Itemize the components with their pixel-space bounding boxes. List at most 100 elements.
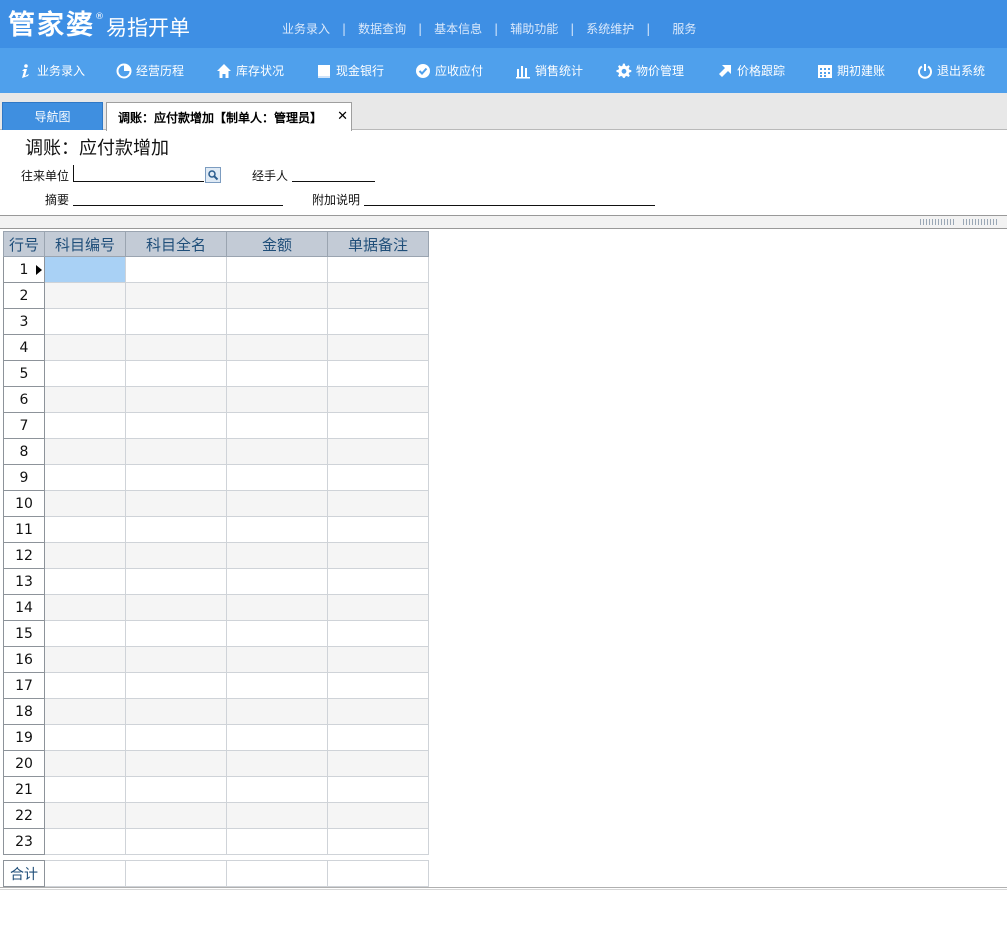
- cell-account-name[interactable]: [125, 438, 227, 465]
- cell-account-name[interactable]: [125, 724, 227, 751]
- table-row[interactable]: 23: [3, 828, 429, 855]
- table-row[interactable]: 18: [3, 698, 429, 725]
- cell-account-name[interactable]: [125, 698, 227, 725]
- cell-account-code[interactable]: [44, 620, 126, 647]
- cell-account-name[interactable]: [125, 594, 227, 621]
- cell-account-code[interactable]: [44, 672, 126, 699]
- table-row[interactable]: 22: [3, 802, 429, 829]
- cell-account-code[interactable]: [44, 490, 126, 517]
- row-number-cell[interactable]: 7: [3, 412, 45, 439]
- row-number-cell[interactable]: 11: [3, 516, 45, 543]
- row-number-cell[interactable]: 5: [3, 360, 45, 387]
- toolbar-exit-system[interactable]: 退出系统: [917, 48, 985, 93]
- cell-amount[interactable]: [226, 308, 328, 335]
- toolbar-receivables-payables[interactable]: 应收应付: [415, 48, 483, 93]
- cell-amount[interactable]: [226, 568, 328, 595]
- cell-account-name[interactable]: [125, 568, 227, 595]
- row-number-cell[interactable]: 21: [3, 776, 45, 803]
- summary-field[interactable]: [73, 189, 283, 205]
- row-number-cell[interactable]: 12: [3, 542, 45, 569]
- topnav-basic-info[interactable]: 基本信息: [422, 20, 494, 37]
- topnav-data-query[interactable]: 数据查询: [346, 20, 418, 37]
- table-row[interactable]: 2: [3, 282, 429, 309]
- cell-amount[interactable]: [226, 464, 328, 491]
- cell-account-name[interactable]: [125, 516, 227, 543]
- cell-account-code[interactable]: [44, 360, 126, 387]
- cell-remark[interactable]: [327, 282, 429, 309]
- cell-amount[interactable]: [226, 438, 328, 465]
- toolbar-sales-statistics[interactable]: 销售统计: [515, 48, 583, 93]
- col-header-remark[interactable]: 单据备注: [327, 231, 429, 257]
- cell-amount[interactable]: [226, 776, 328, 803]
- cell-remark[interactable]: [327, 256, 429, 283]
- cell-amount[interactable]: [226, 698, 328, 725]
- cell-account-name[interactable]: [125, 776, 227, 803]
- cell-account-name[interactable]: [125, 620, 227, 647]
- cell-remark[interactable]: [327, 620, 429, 647]
- topnav-aux-functions[interactable]: 辅助功能: [498, 20, 570, 37]
- cell-amount[interactable]: [226, 594, 328, 621]
- cell-account-code[interactable]: [44, 438, 126, 465]
- toolbar-price-tracking[interactable]: 价格跟踪: [717, 48, 785, 93]
- row-number-cell[interactable]: 23: [3, 828, 45, 855]
- cell-remark[interactable]: [327, 568, 429, 595]
- cell-remark[interactable]: [327, 724, 429, 751]
- cell-amount[interactable]: [226, 282, 328, 309]
- toolbar-price-management[interactable]: 物价管理: [616, 48, 684, 93]
- cell-remark[interactable]: [327, 308, 429, 335]
- note-field[interactable]: [364, 189, 655, 205]
- splitter-grip[interactable]: [920, 219, 956, 225]
- row-number-cell[interactable]: 20: [3, 750, 45, 777]
- cell-remark[interactable]: [327, 750, 429, 777]
- cell-remark[interactable]: [327, 828, 429, 855]
- row-number-cell[interactable]: 15: [3, 620, 45, 647]
- row-number-cell[interactable]: 10: [3, 490, 45, 517]
- cell-account-code[interactable]: [44, 568, 126, 595]
- cell-account-name[interactable]: [125, 282, 227, 309]
- row-number-cell[interactable]: 3: [3, 308, 45, 335]
- cell-account-name[interactable]: [125, 490, 227, 517]
- cell-amount[interactable]: [226, 490, 328, 517]
- table-row[interactable]: 9: [3, 464, 429, 491]
- cell-account-code[interactable]: [44, 542, 126, 569]
- row-number-cell[interactable]: 4: [3, 334, 45, 361]
- panel-splitter[interactable]: [0, 216, 1007, 228]
- unit-lookup-button[interactable]: [205, 167, 221, 183]
- cell-account-code[interactable]: [44, 776, 126, 803]
- cell-remark[interactable]: [327, 412, 429, 439]
- cell-amount[interactable]: [226, 620, 328, 647]
- col-header-account-name[interactable]: 科目全名: [125, 231, 227, 257]
- row-number-cell[interactable]: 19: [3, 724, 45, 751]
- cell-account-code[interactable]: [44, 282, 126, 309]
- cell-account-code[interactable]: [44, 386, 126, 413]
- toolbar-inventory-status[interactable]: 库存状况: [216, 48, 284, 93]
- row-number-cell[interactable]: 16: [3, 646, 45, 673]
- cell-account-code[interactable]: [44, 724, 126, 751]
- table-row[interactable]: 13: [3, 568, 429, 595]
- cell-account-name[interactable]: [125, 360, 227, 387]
- cell-amount[interactable]: [226, 724, 328, 751]
- cell-account-name[interactable]: [125, 646, 227, 673]
- row-number-cell[interactable]: 18: [3, 698, 45, 725]
- table-row[interactable]: 6: [3, 386, 429, 413]
- topnav-service[interactable]: 服务: [650, 20, 708, 37]
- cell-account-code[interactable]: [44, 594, 126, 621]
- cell-amount[interactable]: [226, 412, 328, 439]
- col-header-row-no[interactable]: 行号: [3, 231, 45, 257]
- table-row[interactable]: 3: [3, 308, 429, 335]
- cell-amount[interactable]: [226, 386, 328, 413]
- cell-remark[interactable]: [327, 360, 429, 387]
- cell-remark[interactable]: [327, 594, 429, 621]
- cell-remark[interactable]: [327, 438, 429, 465]
- table-row[interactable]: 21: [3, 776, 429, 803]
- handler-field[interactable]: [292, 165, 375, 181]
- table-row[interactable]: 19: [3, 724, 429, 751]
- table-row[interactable]: 5: [3, 360, 429, 387]
- cell-account-code[interactable]: [44, 256, 126, 283]
- cell-remark[interactable]: [327, 646, 429, 673]
- cell-amount[interactable]: [226, 542, 328, 569]
- cell-amount[interactable]: [226, 750, 328, 777]
- unit-field[interactable]: [73, 165, 203, 181]
- row-number-cell[interactable]: 2: [3, 282, 45, 309]
- row-number-cell[interactable]: 1: [3, 256, 45, 283]
